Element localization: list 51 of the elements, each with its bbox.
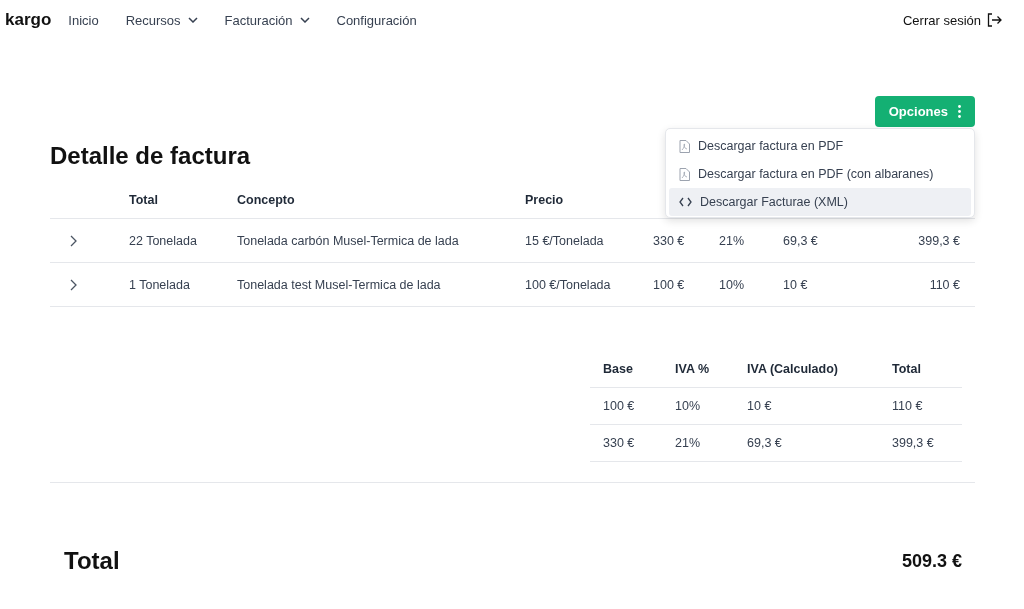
menu-item[interactable]: Descargar factura en PDF (con albaranes) — [669, 160, 971, 188]
table-cell: 21% — [719, 233, 745, 248]
column-header: Total — [129, 192, 158, 207]
table-cell: 69,3 € — [783, 233, 818, 248]
column-header: Total — [892, 362, 921, 376]
chevron-right-icon[interactable] — [70, 278, 77, 291]
table-cell: Tonelada test Musel-Termica de lada — [237, 277, 441, 292]
menu-item-label: Descargar factura en PDF (con albaranes) — [698, 167, 934, 181]
table-cell: 21% — [675, 436, 701, 450]
table-cell: 100 € — [653, 277, 685, 292]
menu-item-label: Descargar factura en PDF — [698, 139, 844, 153]
table-cell: 10 € — [783, 277, 808, 292]
nav-link[interactable]: Recursos — [125, 12, 198, 28]
nav-link[interactable]: Inicio — [68, 12, 99, 28]
table-cell: 10% — [675, 399, 701, 413]
table-cell: 399,3 € — [918, 233, 960, 248]
chevron-right-icon[interactable] — [70, 234, 77, 247]
table-cell: 10% — [719, 277, 745, 292]
column-header: IVA (Calculado) — [747, 362, 838, 376]
table-cell: 100 € — [603, 399, 635, 413]
menu-item-label: Descargar Facturae (XML) — [700, 195, 848, 209]
column-header: Precio — [525, 192, 564, 207]
table-cell: Tonelada carbón Musel-Termica de lada — [237, 233, 459, 248]
table-cell: 22 Tonelada — [129, 233, 197, 248]
table-cell: 110 € — [892, 399, 923, 413]
table-cell: 110 € — [929, 277, 960, 292]
nav-link[interactable]: Facturación — [224, 12, 310, 28]
column-header: Base — [603, 362, 633, 376]
kebab-icon — [958, 105, 961, 118]
column-header: IVA % — [675, 362, 710, 376]
table-cell: 1 Tonelada — [129, 277, 190, 292]
table-cell: 399,3 € — [892, 436, 934, 450]
total-label: Total — [64, 547, 120, 575]
logout-icon — [987, 13, 1002, 27]
nav-link[interactable]: Configuración — [336, 12, 417, 28]
menu-item[interactable]: Descargar Facturae (XML) — [669, 188, 971, 216]
column-header: Concepto — [237, 192, 295, 207]
logo[interactable]: kargo — [5, 10, 52, 30]
pdf-file-icon — [679, 167, 690, 181]
table-cell: 330 € — [603, 436, 635, 450]
menu-item[interactable]: Descargar factura en PDF — [669, 132, 971, 160]
table-cell: 10 € — [747, 399, 772, 413]
page-title: Detalle de factura — [50, 141, 251, 171]
table-cell: 15 €/Tonelada — [525, 233, 604, 248]
table-cell: 100 €/Tonelada — [525, 277, 611, 292]
pdf-file-icon — [679, 139, 690, 153]
code-icon — [679, 197, 692, 207]
total-value: 509.3 € — [901, 550, 962, 572]
logout-button[interactable]: Cerrar sesión — [902, 12, 1002, 28]
table-cell: 69,3 € — [747, 436, 782, 450]
table-cell: 330 € — [653, 233, 685, 248]
